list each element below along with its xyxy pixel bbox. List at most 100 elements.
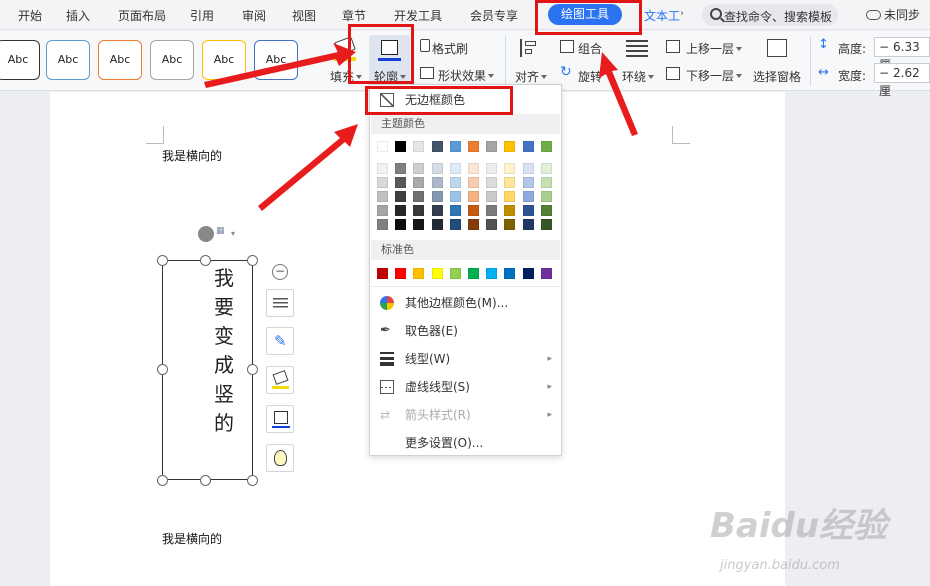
- send-backward-button[interactable]: 下移一层: [686, 67, 743, 84]
- theme-color-swatch[interactable]: [504, 177, 516, 188]
- paragraph-text[interactable]: 我是横向的: [162, 147, 222, 164]
- theme-color-swatch[interactable]: [486, 191, 498, 202]
- theme-color-swatch[interactable]: [449, 191, 461, 202]
- shape-style-preset[interactable]: Abc: [98, 40, 142, 80]
- theme-color-swatch[interactable]: [540, 219, 552, 230]
- height-input[interactable]: −6.33厘: [874, 37, 930, 72]
- shape-style-preset[interactable]: Abc: [0, 40, 40, 80]
- shape-effect-button[interactable]: 形状效果: [438, 67, 495, 84]
- sync-status[interactable]: 未同步: [866, 6, 920, 23]
- vertical-text-char[interactable]: 我: [212, 262, 236, 291]
- theme-color-swatch[interactable]: [522, 177, 534, 188]
- layout-option-icon[interactable]: ▦: [216, 226, 225, 236]
- theme-color-swatch[interactable]: [522, 219, 534, 230]
- standard-color-swatch[interactable]: [431, 268, 443, 279]
- tab-insert[interactable]: 插入: [66, 7, 90, 24]
- format-brush-button[interactable]: 格式刷: [432, 40, 468, 57]
- tab-start[interactable]: 开始: [18, 7, 42, 24]
- theme-color-swatch[interactable]: [540, 205, 552, 216]
- theme-color-swatch[interactable]: [449, 177, 461, 188]
- theme-color-swatch[interactable]: [377, 177, 388, 188]
- standard-color-swatch[interactable]: [486, 268, 498, 279]
- shape-style-preset[interactable]: Abc: [46, 40, 90, 80]
- bring-forward-button[interactable]: 上移一层: [686, 40, 743, 57]
- theme-color-swatch[interactable]: [431, 191, 443, 202]
- theme-color-swatch[interactable]: [522, 141, 534, 152]
- dash-type-item[interactable]: 虚线线型(S) ▸: [371, 373, 560, 401]
- resize-handle[interactable]: [247, 475, 258, 486]
- more-settings-item[interactable]: 更多设置(O)...: [371, 429, 560, 457]
- standard-color-swatch[interactable]: [540, 268, 552, 279]
- eyedropper-item[interactable]: ✒ 取色器(E): [371, 317, 560, 345]
- theme-color-swatch[interactable]: [395, 219, 407, 230]
- other-border-colors-item[interactable]: 其他边框颜色(M)...: [371, 289, 560, 317]
- standard-color-swatch[interactable]: [413, 268, 425, 279]
- theme-color-swatch[interactable]: [540, 177, 552, 188]
- group-button[interactable]: 组合: [578, 40, 602, 57]
- theme-color-swatch[interactable]: [413, 141, 425, 152]
- layout-options-button[interactable]: [266, 289, 294, 317]
- theme-color-swatch[interactable]: [522, 191, 534, 202]
- theme-color-swatch[interactable]: [486, 141, 498, 152]
- theme-color-swatch[interactable]: [377, 163, 388, 174]
- collapse-icon[interactable]: −: [272, 264, 288, 280]
- shape-style-preset[interactable]: Abc: [150, 40, 194, 80]
- vertical-text-char[interactable]: 变: [212, 320, 236, 349]
- vertical-text-box[interactable]: [162, 260, 253, 480]
- tab-developer[interactable]: 开发工具: [394, 7, 442, 24]
- theme-color-swatch[interactable]: [395, 191, 407, 202]
- theme-color-swatch[interactable]: [413, 219, 425, 230]
- rotate-button[interactable]: 旋转: [578, 68, 602, 85]
- theme-color-swatch[interactable]: [377, 205, 388, 216]
- vertical-text-char[interactable]: 的: [212, 407, 236, 436]
- theme-color-swatch[interactable]: [540, 163, 552, 174]
- theme-color-swatch[interactable]: [540, 141, 552, 152]
- standard-color-swatch[interactable]: [395, 268, 407, 279]
- command-search[interactable]: 查找命令、搜索模板: [702, 4, 838, 26]
- standard-color-swatch[interactable]: [377, 268, 388, 279]
- theme-color-swatch[interactable]: [395, 177, 407, 188]
- resize-handle[interactable]: [200, 255, 211, 266]
- shape-fill-button[interactable]: [266, 366, 294, 394]
- theme-color-swatch[interactable]: [395, 205, 407, 216]
- tab-text-tools[interactable]: 文本工: [644, 7, 680, 24]
- theme-color-swatch[interactable]: [431, 163, 443, 174]
- tab-references[interactable]: 引用: [190, 7, 214, 24]
- wrap-button[interactable]: 环绕: [622, 68, 655, 85]
- theme-color-swatch[interactable]: [449, 219, 461, 230]
- theme-color-swatch[interactable]: [413, 191, 425, 202]
- line-type-item[interactable]: 线型(W) ▸: [371, 345, 560, 373]
- tab-chapter[interactable]: 章节: [342, 7, 366, 24]
- tab-member[interactable]: 会员专享: [470, 7, 518, 24]
- resize-handle[interactable]: [157, 364, 168, 375]
- tab-view[interactable]: 视图: [292, 7, 316, 24]
- paragraph-text[interactable]: 我是横向的: [162, 530, 222, 547]
- theme-color-swatch[interactable]: [449, 163, 461, 174]
- theme-color-swatch[interactable]: [504, 219, 516, 230]
- theme-color-swatch[interactable]: [431, 205, 443, 216]
- standard-color-swatch[interactable]: [522, 268, 534, 279]
- tab-review[interactable]: 审阅: [242, 7, 266, 24]
- theme-color-swatch[interactable]: [540, 191, 552, 202]
- theme-color-swatch[interactable]: [395, 163, 407, 174]
- vertical-text-char[interactable]: 成: [212, 349, 236, 378]
- theme-color-swatch[interactable]: [486, 205, 498, 216]
- theme-color-swatch[interactable]: [522, 163, 534, 174]
- theme-color-swatch[interactable]: [486, 219, 498, 230]
- theme-color-swatch[interactable]: [413, 177, 425, 188]
- theme-color-swatch[interactable]: [377, 141, 388, 152]
- theme-color-swatch[interactable]: [468, 205, 479, 216]
- theme-color-swatch[interactable]: [468, 163, 479, 174]
- theme-color-swatch[interactable]: [431, 219, 443, 230]
- smart-suggest-button[interactable]: [266, 444, 294, 472]
- theme-color-swatch[interactable]: [468, 141, 479, 152]
- width-input[interactable]: −2.62厘: [874, 63, 930, 98]
- theme-color-swatch[interactable]: [395, 141, 407, 152]
- theme-color-swatch[interactable]: [468, 191, 479, 202]
- shape-style-preset[interactable]: Abc: [202, 40, 246, 80]
- standard-color-swatch[interactable]: [449, 268, 461, 279]
- theme-color-swatch[interactable]: [504, 163, 516, 174]
- tab-scroll-right-icon[interactable]: ›: [680, 8, 684, 19]
- theme-color-swatch[interactable]: [468, 177, 479, 188]
- theme-color-swatch[interactable]: [504, 191, 516, 202]
